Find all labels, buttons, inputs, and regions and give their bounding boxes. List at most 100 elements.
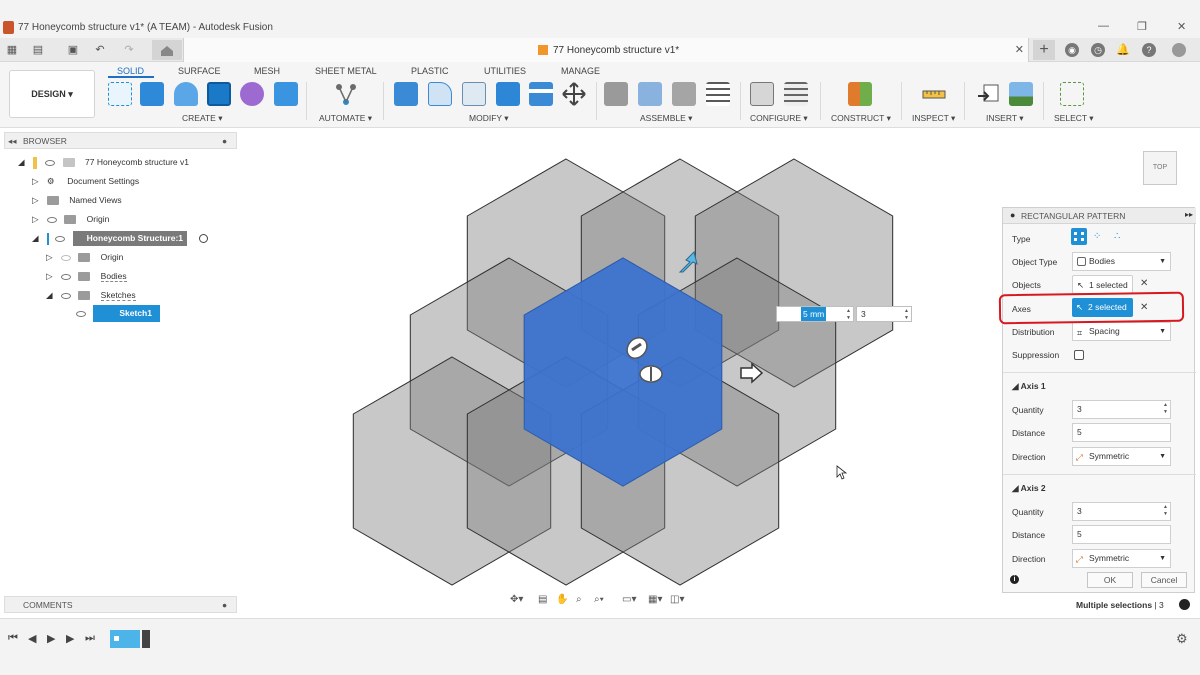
object-type-select[interactable]: Bodies ▼ <box>1072 252 1171 271</box>
tab-mesh[interactable]: MESH <box>254 66 280 76</box>
clear-objects-icon[interactable]: ✕ <box>1140 278 1148 289</box>
assemble-menu[interactable]: ASSEMBLE ▾ <box>640 113 692 124</box>
configure-icon[interactable] <box>750 82 774 106</box>
tree-item-origin[interactable]: ▷ Origin <box>32 212 109 227</box>
collapse-triangle-icon[interactable]: ◢ <box>46 290 53 300</box>
tree-item-origin-sub[interactable]: ▷ Origin <box>46 250 123 265</box>
tab-surface[interactable]: SURFACE <box>178 66 221 76</box>
visibility-eye-icon[interactable] <box>60 254 71 261</box>
press-pull-icon[interactable] <box>394 82 418 106</box>
close-button[interactable]: ✕ <box>1177 20 1186 33</box>
measure-icon[interactable] <box>922 82 946 106</box>
quantity-spinner[interactable]: ▲ ▼ <box>904 308 909 322</box>
axis-1-section[interactable]: ◢ Axis 1 <box>1012 381 1046 392</box>
browser-header[interactable]: ◂◂ BROWSER ● <box>4 132 237 149</box>
model-canvas[interactable] <box>240 128 1000 616</box>
collapse-browser-icon[interactable]: ◂◂ <box>8 136 17 147</box>
tab-manage[interactable]: MANAGE <box>561 66 600 76</box>
visibility-eye-icon[interactable] <box>45 159 56 166</box>
automate-menu[interactable]: AUTOMATE ▾ <box>319 113 372 124</box>
cancel-button[interactable]: Cancel <box>1141 572 1187 588</box>
axis-2-quantity-input[interactable]: 3 ▲ ▼ <box>1072 502 1171 521</box>
redo-icon[interactable]: ↷ <box>122 43 136 57</box>
automate-icon[interactable] <box>334 82 358 106</box>
ok-button[interactable]: OK <box>1087 572 1133 588</box>
create-sketch-icon[interactable] <box>108 82 132 106</box>
viewports-icon[interactable]: ◫▾ <box>670 594 684 605</box>
inspect-menu[interactable]: INSPECT ▾ <box>912 113 955 124</box>
extensions-icon[interactable]: ◉ <box>1065 43 1079 57</box>
browser-pin-icon[interactable]: ● <box>222 136 227 146</box>
new-component-icon[interactable] <box>604 82 628 106</box>
tab-solid[interactable]: SOLID <box>117 66 144 76</box>
bill-of-materials-icon[interactable] <box>706 82 730 106</box>
home-button[interactable] <box>152 40 182 60</box>
visibility-eye-icon[interactable] <box>60 273 71 280</box>
collapse-triangle-icon[interactable]: ◢ <box>18 157 25 167</box>
visibility-eye-icon[interactable] <box>46 216 57 223</box>
tree-item-document-settings[interactable]: ▷ ⚙ Document Settings <box>32 174 139 189</box>
go-to-start-icon[interactable]: ⏮ <box>8 632 18 645</box>
pan-icon[interactable]: ✋ <box>556 594 568 605</box>
canvas-distance-input[interactable]: 5 mm ▲ ▼ <box>776 306 854 322</box>
quantity-spinner[interactable]: ▲ ▼ <box>1163 402 1168 416</box>
tree-item-sketches[interactable]: ◢ Sketches <box>46 288 136 303</box>
notifications-icon[interactable]: 🔔 <box>1116 43 1130 57</box>
type-circular-button[interactable]: ⁘ <box>1093 231 1101 242</box>
maximize-button[interactable]: ❐ <box>1137 20 1147 33</box>
undo-icon[interactable]: ↶ <box>93 43 107 57</box>
avatar[interactable] <box>1172 43 1186 57</box>
timeline-settings-gear-icon[interactable]: ⚙ <box>1176 631 1188 647</box>
insert-menu[interactable]: INSERT ▾ <box>986 113 1024 124</box>
zoom-icon[interactable]: ⌕ <box>576 594 582 605</box>
construct-menu[interactable]: CONSTRUCT ▾ <box>831 113 891 124</box>
axis-2-section[interactable]: ◢ Axis 2 <box>1012 483 1046 494</box>
tree-item-named-views[interactable]: ▷ Named Views <box>32 193 122 208</box>
joint-icon[interactable] <box>638 82 662 106</box>
move-copy-icon[interactable] <box>562 82 586 106</box>
visibility-eye-icon[interactable] <box>60 292 71 299</box>
visibility-eye-icon[interactable] <box>76 310 86 317</box>
file-icon[interactable]: ▤ <box>31 43 45 57</box>
comments-panel[interactable]: COMMENTS ● <box>4 596 237 613</box>
tab-plastic[interactable]: PLASTIC <box>411 66 449 76</box>
suppression-checkbox[interactable] <box>1074 350 1084 360</box>
job-status-icon[interactable]: ◷ <box>1091 43 1105 57</box>
minimize-button[interactable]: — <box>1098 20 1109 32</box>
fit-icon[interactable]: ⌕▾ <box>594 594 604 605</box>
new-tab-button[interactable]: + <box>1033 40 1055 60</box>
fillet-icon[interactable] <box>428 82 452 106</box>
rectangular-pattern-icon[interactable] <box>207 82 231 106</box>
type-rectangular-button[interactable] <box>1071 228 1087 245</box>
expand-triangle-icon[interactable]: ▷ <box>32 176 39 186</box>
direction-toggle-icon[interactable] <box>639 365 663 383</box>
configuration-table-icon[interactable] <box>784 82 808 106</box>
orbit-icon[interactable]: ✥▾ <box>510 594 523 605</box>
expand-triangle-icon[interactable]: ▷ <box>46 271 53 281</box>
select-menu[interactable]: SELECT ▾ <box>1054 113 1094 124</box>
insert-image-icon[interactable] <box>1009 82 1033 106</box>
comments-pin-icon[interactable]: ● <box>222 600 227 610</box>
distribution-select[interactable]: ⌗ Spacing ▼ <box>1072 322 1171 341</box>
save-icon[interactable]: ▣ <box>66 43 80 57</box>
combine-icon[interactable] <box>496 82 520 106</box>
extrude-icon[interactable] <box>140 82 164 106</box>
grid-settings-icon[interactable]: ▦▾ <box>648 594 662 605</box>
distance-spinner[interactable]: ▲ ▼ <box>846 308 851 322</box>
look-at-icon[interactable]: ▤ <box>538 594 547 605</box>
canvas-quantity-input[interactable]: 3 ▲ ▼ <box>856 306 912 322</box>
info-icon[interactable]: i <box>1010 575 1019 584</box>
select-icon[interactable] <box>1060 82 1084 106</box>
offset-plane-icon[interactable] <box>848 82 872 106</box>
objects-select-button[interactable]: ↖ 1 selected <box>1072 275 1133 294</box>
axis-2-distance-input[interactable]: 5 <box>1072 525 1171 544</box>
play-icon[interactable]: ▶ <box>47 632 55 645</box>
create-menu[interactable]: CREATE ▾ <box>182 113 222 124</box>
panel-collapse-icon[interactable]: ● <box>1010 210 1015 220</box>
axis-1-distance-input[interactable]: 5 <box>1072 423 1171 442</box>
document-tab[interactable]: 77 Honeycomb structure v1* ✕ <box>183 38 1029 62</box>
shell-icon[interactable] <box>462 82 486 106</box>
activate-radio-icon[interactable] <box>199 234 209 244</box>
tree-item-sketch1[interactable]: Sketch1 <box>76 305 160 322</box>
expand-triangle-icon[interactable]: ▷ <box>32 195 39 205</box>
